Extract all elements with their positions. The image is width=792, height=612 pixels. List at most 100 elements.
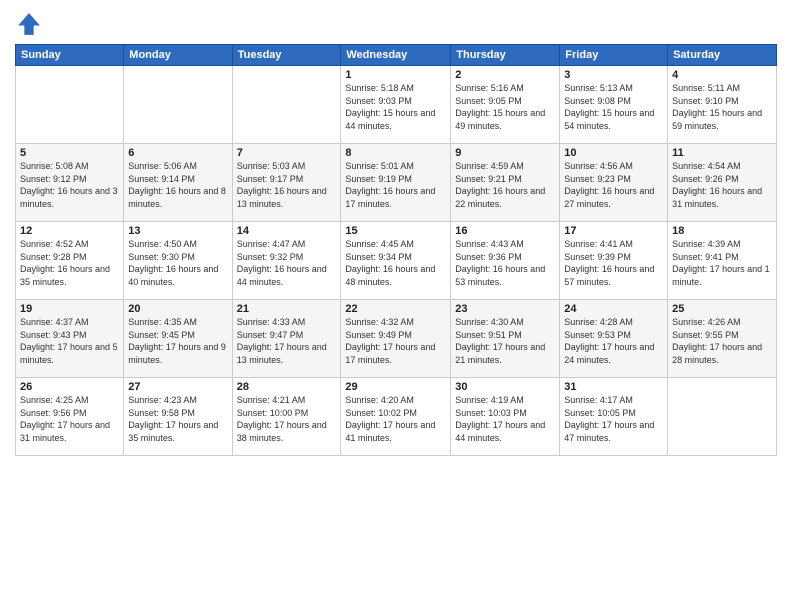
calendar-cell: 13Sunrise: 4:50 AM Sunset: 9:30 PM Dayli… — [124, 222, 232, 300]
day-info: Sunrise: 5:18 AM Sunset: 9:03 PM Dayligh… — [345, 82, 446, 132]
weekday-header-thursday: Thursday — [451, 45, 560, 66]
calendar-cell: 18Sunrise: 4:39 AM Sunset: 9:41 PM Dayli… — [668, 222, 777, 300]
weekday-header-row: SundayMondayTuesdayWednesdayThursdayFrid… — [16, 45, 777, 66]
weekday-header-saturday: Saturday — [668, 45, 777, 66]
day-info: Sunrise: 4:21 AM Sunset: 10:00 PM Daylig… — [237, 394, 337, 444]
day-info: Sunrise: 4:20 AM Sunset: 10:02 PM Daylig… — [345, 394, 446, 444]
calendar-cell: 9Sunrise: 4:59 AM Sunset: 9:21 PM Daylig… — [451, 144, 560, 222]
calendar-cell — [232, 66, 341, 144]
day-number: 20 — [128, 303, 227, 315]
calendar-cell: 20Sunrise: 4:35 AM Sunset: 9:45 PM Dayli… — [124, 300, 232, 378]
day-number: 1 — [345, 69, 446, 81]
day-info: Sunrise: 5:11 AM Sunset: 9:10 PM Dayligh… — [672, 82, 772, 132]
calendar-week-row: 1Sunrise: 5:18 AM Sunset: 9:03 PM Daylig… — [16, 66, 777, 144]
calendar-cell: 23Sunrise: 4:30 AM Sunset: 9:51 PM Dayli… — [451, 300, 560, 378]
calendar-cell: 6Sunrise: 5:06 AM Sunset: 9:14 PM Daylig… — [124, 144, 232, 222]
day-number: 2 — [455, 69, 555, 81]
day-info: Sunrise: 4:56 AM Sunset: 9:23 PM Dayligh… — [564, 160, 663, 210]
day-number: 24 — [564, 303, 663, 315]
calendar-cell: 22Sunrise: 4:32 AM Sunset: 9:49 PM Dayli… — [341, 300, 451, 378]
calendar-cell: 1Sunrise: 5:18 AM Sunset: 9:03 PM Daylig… — [341, 66, 451, 144]
day-info: Sunrise: 4:50 AM Sunset: 9:30 PM Dayligh… — [128, 238, 227, 288]
calendar-week-row: 12Sunrise: 4:52 AM Sunset: 9:28 PM Dayli… — [16, 222, 777, 300]
day-info: Sunrise: 5:13 AM Sunset: 9:08 PM Dayligh… — [564, 82, 663, 132]
calendar-cell: 15Sunrise: 4:45 AM Sunset: 9:34 PM Dayli… — [341, 222, 451, 300]
day-info: Sunrise: 4:23 AM Sunset: 9:58 PM Dayligh… — [128, 394, 227, 444]
calendar-cell: 7Sunrise: 5:03 AM Sunset: 9:17 PM Daylig… — [232, 144, 341, 222]
calendar-cell — [668, 378, 777, 456]
calendar-cell: 25Sunrise: 4:26 AM Sunset: 9:55 PM Dayli… — [668, 300, 777, 378]
day-number: 5 — [20, 147, 119, 159]
calendar-cell: 28Sunrise: 4:21 AM Sunset: 10:00 PM Dayl… — [232, 378, 341, 456]
day-number: 25 — [672, 303, 772, 315]
day-number: 17 — [564, 225, 663, 237]
calendar-cell: 16Sunrise: 4:43 AM Sunset: 9:36 PM Dayli… — [451, 222, 560, 300]
day-info: Sunrise: 4:17 AM Sunset: 10:05 PM Daylig… — [564, 394, 663, 444]
day-info: Sunrise: 5:06 AM Sunset: 9:14 PM Dayligh… — [128, 160, 227, 210]
day-info: Sunrise: 4:41 AM Sunset: 9:39 PM Dayligh… — [564, 238, 663, 288]
day-info: Sunrise: 4:32 AM Sunset: 9:49 PM Dayligh… — [345, 316, 446, 366]
day-info: Sunrise: 4:37 AM Sunset: 9:43 PM Dayligh… — [20, 316, 119, 366]
day-number: 18 — [672, 225, 772, 237]
day-number: 10 — [564, 147, 663, 159]
day-info: Sunrise: 4:39 AM Sunset: 9:41 PM Dayligh… — [672, 238, 772, 288]
weekday-header-sunday: Sunday — [16, 45, 124, 66]
calendar-week-row: 26Sunrise: 4:25 AM Sunset: 9:56 PM Dayli… — [16, 378, 777, 456]
day-info: Sunrise: 4:47 AM Sunset: 9:32 PM Dayligh… — [237, 238, 337, 288]
day-info: Sunrise: 5:16 AM Sunset: 9:05 PM Dayligh… — [455, 82, 555, 132]
calendar-cell: 10Sunrise: 4:56 AM Sunset: 9:23 PM Dayli… — [560, 144, 668, 222]
calendar-week-row: 19Sunrise: 4:37 AM Sunset: 9:43 PM Dayli… — [16, 300, 777, 378]
day-number: 12 — [20, 225, 119, 237]
calendar-week-row: 5Sunrise: 5:08 AM Sunset: 9:12 PM Daylig… — [16, 144, 777, 222]
day-number: 7 — [237, 147, 337, 159]
day-number: 31 — [564, 381, 663, 393]
day-number: 29 — [345, 381, 446, 393]
day-number: 11 — [672, 147, 772, 159]
day-info: Sunrise: 4:35 AM Sunset: 9:45 PM Dayligh… — [128, 316, 227, 366]
day-info: Sunrise: 4:52 AM Sunset: 9:28 PM Dayligh… — [20, 238, 119, 288]
header — [15, 10, 777, 38]
day-number: 8 — [345, 147, 446, 159]
day-info: Sunrise: 4:28 AM Sunset: 9:53 PM Dayligh… — [564, 316, 663, 366]
calendar-cell: 12Sunrise: 4:52 AM Sunset: 9:28 PM Dayli… — [16, 222, 124, 300]
day-info: Sunrise: 4:19 AM Sunset: 10:03 PM Daylig… — [455, 394, 555, 444]
weekday-header-tuesday: Tuesday — [232, 45, 341, 66]
day-number: 15 — [345, 225, 446, 237]
calendar-cell: 17Sunrise: 4:41 AM Sunset: 9:39 PM Dayli… — [560, 222, 668, 300]
day-number: 26 — [20, 381, 119, 393]
calendar-cell: 2Sunrise: 5:16 AM Sunset: 9:05 PM Daylig… — [451, 66, 560, 144]
calendar-cell: 5Sunrise: 5:08 AM Sunset: 9:12 PM Daylig… — [16, 144, 124, 222]
calendar-cell: 29Sunrise: 4:20 AM Sunset: 10:02 PM Dayl… — [341, 378, 451, 456]
day-info: Sunrise: 4:59 AM Sunset: 9:21 PM Dayligh… — [455, 160, 555, 210]
day-info: Sunrise: 4:43 AM Sunset: 9:36 PM Dayligh… — [455, 238, 555, 288]
day-info: Sunrise: 4:54 AM Sunset: 9:26 PM Dayligh… — [672, 160, 772, 210]
calendar-cell: 3Sunrise: 5:13 AM Sunset: 9:08 PM Daylig… — [560, 66, 668, 144]
logo-icon — [15, 10, 43, 38]
calendar: SundayMondayTuesdayWednesdayThursdayFrid… — [15, 44, 777, 456]
page: SundayMondayTuesdayWednesdayThursdayFrid… — [0, 0, 792, 612]
day-info: Sunrise: 4:26 AM Sunset: 9:55 PM Dayligh… — [672, 316, 772, 366]
calendar-cell: 24Sunrise: 4:28 AM Sunset: 9:53 PM Dayli… — [560, 300, 668, 378]
day-number: 9 — [455, 147, 555, 159]
day-number: 27 — [128, 381, 227, 393]
day-info: Sunrise: 4:45 AM Sunset: 9:34 PM Dayligh… — [345, 238, 446, 288]
day-number: 28 — [237, 381, 337, 393]
day-info: Sunrise: 5:08 AM Sunset: 9:12 PM Dayligh… — [20, 160, 119, 210]
weekday-header-wednesday: Wednesday — [341, 45, 451, 66]
day-number: 13 — [128, 225, 227, 237]
day-number: 22 — [345, 303, 446, 315]
day-number: 6 — [128, 147, 227, 159]
day-number: 23 — [455, 303, 555, 315]
day-info: Sunrise: 4:33 AM Sunset: 9:47 PM Dayligh… — [237, 316, 337, 366]
calendar-cell: 11Sunrise: 4:54 AM Sunset: 9:26 PM Dayli… — [668, 144, 777, 222]
day-number: 16 — [455, 225, 555, 237]
day-info: Sunrise: 4:25 AM Sunset: 9:56 PM Dayligh… — [20, 394, 119, 444]
day-number: 3 — [564, 69, 663, 81]
calendar-cell: 4Sunrise: 5:11 AM Sunset: 9:10 PM Daylig… — [668, 66, 777, 144]
day-number: 14 — [237, 225, 337, 237]
day-info: Sunrise: 4:30 AM Sunset: 9:51 PM Dayligh… — [455, 316, 555, 366]
calendar-cell: 19Sunrise: 4:37 AM Sunset: 9:43 PM Dayli… — [16, 300, 124, 378]
day-info: Sunrise: 5:01 AM Sunset: 9:19 PM Dayligh… — [345, 160, 446, 210]
day-number: 4 — [672, 69, 772, 81]
calendar-cell: 26Sunrise: 4:25 AM Sunset: 9:56 PM Dayli… — [16, 378, 124, 456]
